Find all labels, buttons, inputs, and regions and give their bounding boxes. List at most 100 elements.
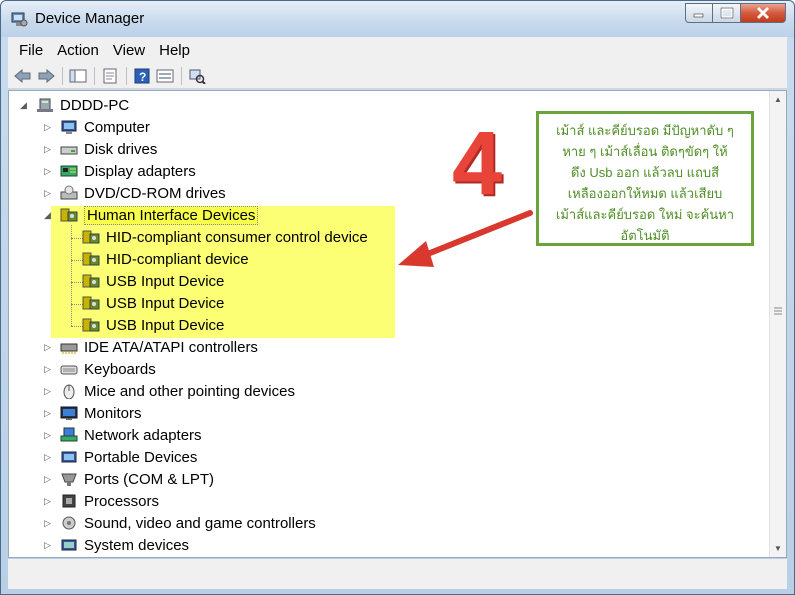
back-arrow-icon [14,68,31,83]
hid-device-icon [82,230,100,244]
tree-category[interactable]: ▷ System devices [44,534,189,556]
tree-category-label: Ports (COM & LPT) [84,470,215,488]
hid-device-icon [82,296,100,310]
scroll-up-arrow-icon[interactable]: ▲ [770,91,786,108]
close-icon [757,7,769,19]
tree-category[interactable]: ▷ Ports (COM & LPT) [44,468,214,490]
dvd-drive-icon [60,185,78,200]
expand-arrow-icon[interactable]: ▷ [44,474,51,485]
tree-device[interactable]: USB Input Device [82,292,224,314]
tree-category[interactable]: ▷ Sound, video and game controllers [44,512,316,534]
forward-arrow-icon [38,68,55,83]
tree-category[interactable]: ▷ Display adapters [44,160,196,182]
forward-button[interactable] [35,65,57,87]
properties-icon [103,68,117,83]
tree-category-label: Computer [84,118,150,136]
expand-arrow-icon[interactable]: ▷ [44,364,51,375]
tree-category[interactable]: ▷ DVD/CD-ROM drives [44,182,226,204]
tree-category[interactable]: ▷ IDE ATA/ATAPI controllers [44,336,258,358]
tree-device-label: USB Input Device [106,316,225,334]
toolbar-separator [126,66,127,85]
properties-button[interactable] [99,65,121,87]
tree-category[interactable]: ▷ Mice and other pointing devices [44,380,295,402]
tree-device[interactable]: USB Input Device [82,270,224,292]
expand-arrow-icon[interactable]: ▷ [44,144,51,155]
expand-arrow-icon[interactable]: ▷ [44,188,51,199]
expand-arrow-icon[interactable]: ▷ [44,540,51,551]
vertical-scrollbar[interactable]: ▲ ▼ [769,91,786,557]
tree-connector [71,225,72,326]
show-hide-tree-button[interactable] [67,65,89,87]
tree-category-label: Portable Devices [84,448,198,466]
expand-arrow-icon[interactable]: ▷ [44,342,51,353]
tree-category[interactable]: ▷ Disk drives [44,138,157,160]
title-bar[interactable]: Device Manager [1,1,794,37]
tree-device-label: HID-compliant consumer control device [106,228,368,246]
tree-category[interactable]: ▷ Portable Devices [44,446,197,468]
port-icon [61,473,77,486]
mouse-icon [63,384,75,399]
tree-category[interactable]: ▷ Computer [44,116,150,138]
svg-text:?: ? [139,70,146,84]
expand-arrow-icon[interactable]: ▷ [44,496,51,507]
tree-category[interactable]: ▷ Network adapters [44,424,202,446]
portable-device-icon [61,451,77,463]
status-bar [8,559,787,589]
tree-root-label: DDDD-PC [60,96,130,114]
computer-icon [61,120,77,134]
expand-arrow-icon[interactable]: ▷ [44,386,51,397]
tree-device[interactable]: HID-compliant device [82,248,249,270]
tree-category-label: Network adapters [84,426,202,444]
maximize-button[interactable] [713,3,741,23]
menu-bar: File Action View Help [8,37,787,63]
tree-category-label: Disk drives [84,140,158,158]
display-adapter-icon [60,165,78,177]
menu-view[interactable]: View [106,42,152,59]
red-arrow-icon [398,210,533,267]
maximize-icon [719,7,734,19]
expand-arrow-icon[interactable]: ▷ [44,122,51,133]
tree-device[interactable]: USB Input Device [82,314,224,336]
tree-category[interactable]: ▷ Monitors [44,402,142,424]
expand-arrow-icon[interactable]: ▷ [44,408,51,419]
toolbar-separator [94,66,95,85]
minimize-button[interactable] [685,3,713,23]
expand-arrow-icon[interactable]: ▷ [44,518,51,529]
collapse-arrow-icon[interactable]: ◢ [20,100,27,111]
expand-arrow-icon[interactable]: ▷ [44,166,51,177]
menu-action[interactable]: Action [50,42,106,59]
callout-line: ดึง Usb ออก แล้วลบ แถบสี [570,165,720,180]
tree-device[interactable]: HID-compliant consumer control device [82,226,368,248]
device-manager-icon [11,12,28,27]
tree-device-label: USB Input Device [106,272,225,290]
view-button[interactable] [154,65,176,87]
monitor-icon [60,406,78,420]
keyboard-icon [60,365,78,375]
tree-root[interactable]: ◢ DDDD-PC [20,94,129,116]
tree-category[interactable]: ◢ Human Interface Devices [44,204,259,226]
scroll-down-arrow-icon[interactable]: ▼ [770,540,786,557]
collapse-arrow-icon[interactable]: ◢ [44,210,51,221]
disk-drive-icon [60,146,78,155]
help-button[interactable]: ? [131,65,153,87]
scroll-grip-icon[interactable] [773,291,783,331]
expand-arrow-icon[interactable]: ▷ [44,430,51,441]
computer-icon [37,98,53,112]
sound-icon [62,516,76,530]
tree-device-label: USB Input Device [106,294,225,312]
scan-hardware-button[interactable] [186,65,208,87]
menu-file[interactable]: File [12,42,50,59]
minimize-icon [693,13,704,18]
hid-device-icon [82,274,100,288]
toolbar-separator [181,66,182,85]
tree-category[interactable]: ▷ Keyboards [44,358,156,380]
hid-icon [60,208,78,222]
callout-line: เม้าส์ และคีย์บรอด มีปัญหาดับ ๆ [556,123,734,138]
tree-category[interactable]: ▷ Processors [44,490,159,512]
close-button[interactable] [741,3,786,23]
network-adapter-icon [60,427,78,442]
expand-arrow-icon[interactable]: ▷ [44,452,51,463]
callout-line: เม้าส์และคีย์บรอด ใหม่ จะค้นหา [555,207,735,222]
menu-help[interactable]: Help [152,42,197,59]
back-button[interactable] [12,65,34,87]
